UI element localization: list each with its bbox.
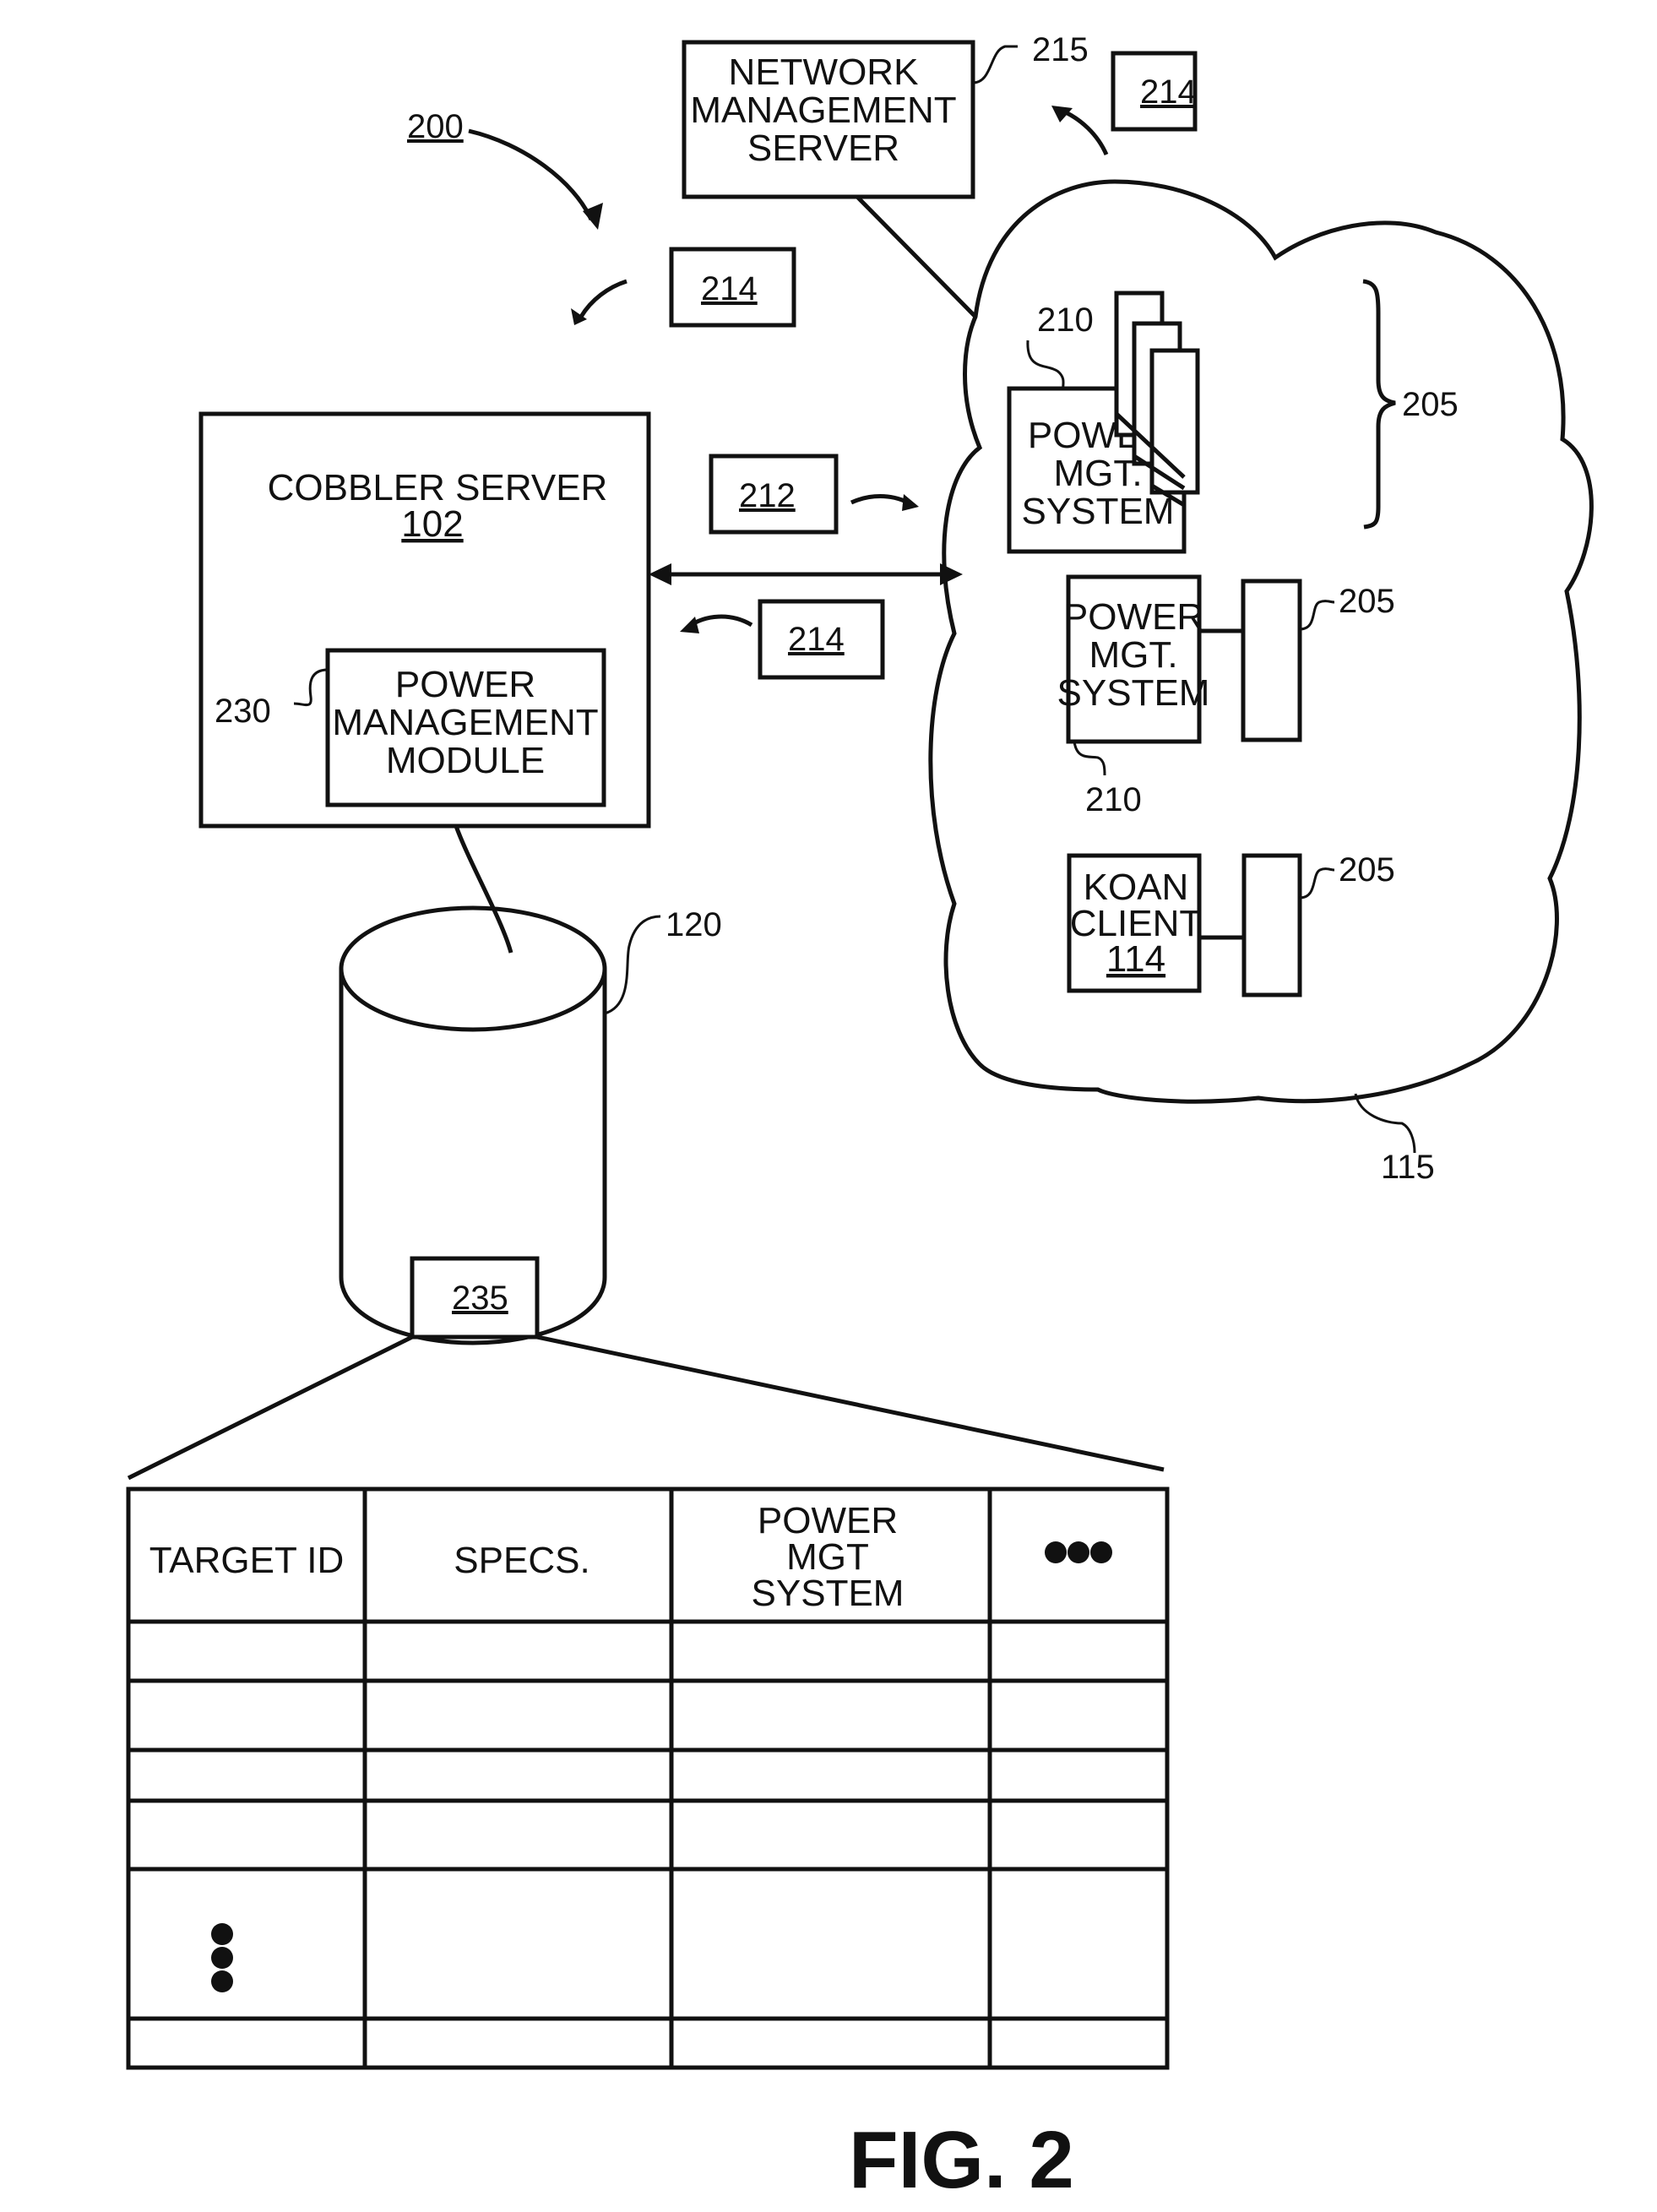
- more-rows-icon: [211, 1923, 233, 1992]
- header-specs: SPECS.: [454, 1540, 589, 1581]
- target-server-middle[interactable]: [1241, 579, 1302, 742]
- ref-205-mid-leader: [1299, 600, 1335, 631]
- ref-205-koan: 205: [1339, 851, 1395, 889]
- record-235-label: 235: [452, 1280, 508, 1317]
- ref-210-mid: 210: [1085, 781, 1142, 818]
- arrow-212: [850, 494, 910, 505]
- pmm-line-1: POWER: [395, 664, 535, 705]
- ref-205-mid: 205: [1339, 583, 1395, 620]
- diagram-canvas: 115 NETWORK MANAGEMENT SERVER 215 214 20…: [126, 31, 1594, 2205]
- koan-line-1: KOAN: [1084, 867, 1189, 908]
- arrow-right-icon: [940, 563, 963, 585]
- message-214-middle-label: 214: [788, 621, 845, 658]
- ref-230: 230: [215, 693, 271, 730]
- arrowhead-icon: [902, 494, 919, 511]
- figure-label: FIG. 2: [849, 2115, 1074, 2205]
- header-power-line-1: POWER: [758, 1500, 898, 1541]
- arrow-214-to-nms: [1059, 107, 1109, 156]
- pms-top-line-3: SYSTEM: [1022, 491, 1175, 532]
- header-more-columns-icon: [1045, 1541, 1112, 1563]
- koan-ref-114: 114: [1106, 938, 1165, 980]
- ref-215-leader: [972, 45, 1018, 84]
- database-top: [339, 905, 607, 1032]
- ref-115: 115: [1381, 1149, 1435, 1186]
- ref-215: 215: [1032, 31, 1089, 68]
- cobbler-db-link: [454, 825, 513, 954]
- ref-120-leader: [604, 915, 661, 1015]
- arrow-200: [468, 128, 594, 221]
- brace-205: [1362, 279, 1396, 530]
- ref-120[interactable]: 120: [666, 906, 722, 943]
- projection-line-left: [127, 1334, 414, 1481]
- message-214-top-right-label: 214: [1140, 73, 1197, 111]
- database-sides: [339, 969, 607, 1277]
- arrow-214-middle: [687, 614, 753, 629]
- pmm-line-3: MODULE: [386, 740, 545, 781]
- cobbler-server-ref: 102: [401, 503, 463, 545]
- pmm-line-2: MANAGEMENT: [332, 702, 598, 743]
- nms-cloud-link: [856, 195, 977, 318]
- pms-mid-line-2: MGT.: [1089, 634, 1177, 676]
- nms-line-3: SERVER: [747, 128, 899, 169]
- message-214-top-left-label: 214: [701, 270, 758, 307]
- ref-115-leader: [1354, 1093, 1416, 1154]
- header-power-line-3: SYSTEM: [752, 1573, 905, 1614]
- pms-top-line-2: MGT.: [1053, 453, 1142, 494]
- header-power-line-2: MGT: [786, 1536, 869, 1578]
- target-server-koan[interactable]: [1241, 853, 1302, 997]
- nms-line-2: MANAGEMENT: [690, 90, 956, 131]
- arrow-214-left: [579, 279, 627, 318]
- header-target-id: TARGET ID: [149, 1540, 345, 1581]
- target-table: TARGET ID SPECS. POWER MGT SYSTEM: [126, 1486, 1170, 2070]
- pms-mid-line-1: POWER: [1063, 596, 1203, 638]
- cobbler-server-title: COBBLER SERVER: [268, 467, 608, 508]
- pms-mid-line-3: SYSTEM: [1057, 672, 1210, 714]
- projection-line-right: [536, 1334, 1165, 1472]
- arrowhead-icon: [680, 617, 699, 633]
- arrow-left-icon: [649, 563, 671, 585]
- ref-205-top: 205: [1402, 386, 1459, 423]
- ref-210-mid-leader: [1073, 741, 1106, 776]
- message-212-label: 212: [739, 477, 796, 514]
- ref-205-koan-leader: [1299, 867, 1335, 899]
- system-ref-200: 200: [407, 108, 464, 145]
- ref-210-top: 210: [1037, 302, 1094, 339]
- nms-line-1: NETWORK: [729, 52, 919, 93]
- ref-210-top-leader: [1026, 340, 1065, 389]
